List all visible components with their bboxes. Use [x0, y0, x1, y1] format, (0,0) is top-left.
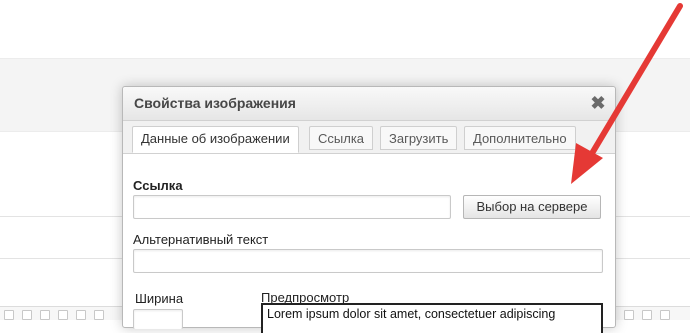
alt-text-label: Альтернативный текст — [133, 232, 269, 247]
page-header-area — [0, 0, 690, 58]
tab-advanced[interactable]: Дополнительно — [464, 126, 576, 150]
width-label: Ширина — [135, 291, 184, 306]
url-label: Ссылка — [133, 178, 183, 193]
url-input[interactable] — [133, 195, 451, 219]
image-properties-dialog: Свойства изображения ✖ Данные об изображ… — [122, 86, 616, 333]
tab-upload[interactable]: Загрузить — [380, 126, 458, 150]
dialog-title: Свойства изображения — [134, 95, 296, 111]
tab-link[interactable]: Ссылка — [309, 126, 374, 150]
browse-server-button[interactable]: Выбор на сервере — [463, 195, 601, 219]
image-preview: Lorem ipsum dolor sit amet, consectetuer… — [261, 303, 603, 333]
width-input[interactable] — [133, 309, 183, 329]
close-icon[interactable]: ✖ — [589, 93, 607, 113]
tab-image-info[interactable]: Данные об изображении — [132, 126, 299, 153]
dialog-tabs: Данные об изображении Ссылка Загрузить Д… — [123, 121, 615, 154]
dialog-title-bar[interactable]: Свойства изображения ✖ — [123, 87, 615, 121]
alt-text-input[interactable] — [133, 249, 603, 273]
